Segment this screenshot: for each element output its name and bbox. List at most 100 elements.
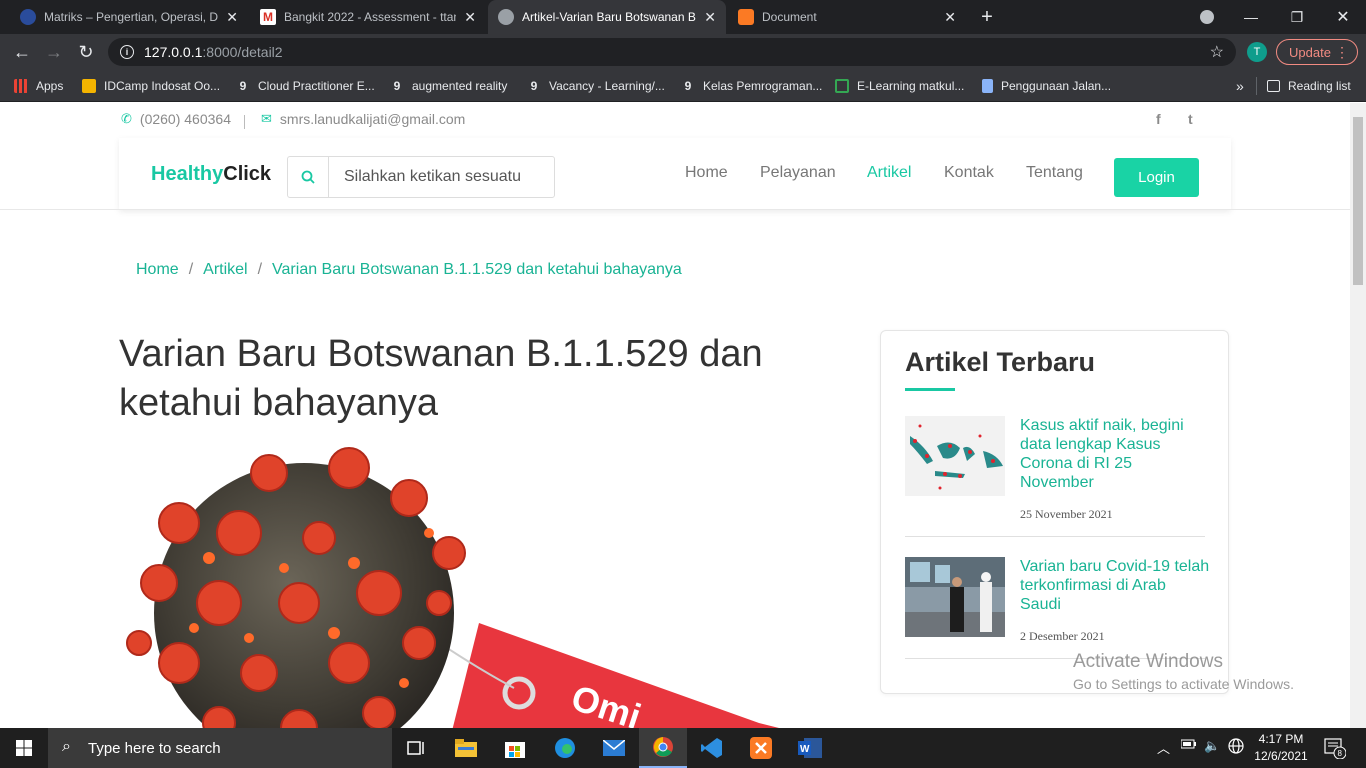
file-explorer-icon[interactable] — [442, 728, 490, 768]
edge-icon[interactable] — [541, 728, 589, 768]
back-arrow-icon[interactable]: ← — [10, 40, 34, 64]
bookmark-label: Cloud Practitioner E... — [258, 79, 375, 93]
idcamp-icon — [82, 79, 96, 93]
microsoft-store-icon[interactable] — [491, 728, 539, 768]
bookmark-cloud-practitioner[interactable]: 9 Cloud Practitioner E... — [236, 77, 375, 95]
page-viewport: ✆ (0260) 460364 ✉ smrs.lanudkalijati@gma… — [0, 103, 1350, 728]
heading-underline — [905, 388, 955, 391]
gmail-icon: M — [260, 9, 276, 25]
logo-part-healthy: Healthy — [151, 163, 224, 185]
tab-artikel[interactable]: Artikel-Varian Baru Botswanan B. ✕ — [488, 0, 726, 34]
taskbar-clock[interactable]: 4:17 PM 12/6/2021 — [1252, 731, 1310, 765]
notification-center-icon[interactable]: 8 — [1324, 737, 1347, 762]
tab-bangkit[interactable]: M Bangkit 2022 - Assessment - ttan ✕ — [250, 0, 486, 34]
bookmark-augmented-reality[interactable]: 9 augmented reality — [390, 77, 508, 95]
facebook-icon[interactable]: f — [1156, 111, 1161, 127]
login-button[interactable]: Login — [1114, 158, 1199, 197]
reading-list-label: Reading list — [1288, 79, 1351, 93]
xampp-icon[interactable] — [737, 728, 785, 768]
battery-icon[interactable] — [1180, 738, 1197, 753]
bookmark-star-icon[interactable]: ☆ — [1210, 42, 1224, 62]
clock-date: 12/6/2021 — [1254, 749, 1308, 763]
site-logo[interactable]: HealthyClick — [151, 163, 271, 186]
show-hidden-icons-chevron-icon[interactable]: ︿ — [1157, 738, 1170, 757]
address-bar[interactable]: i 127.0.0.1:8000/detail2 ☆ — [108, 38, 1236, 66]
close-icon[interactable]: ✕ — [464, 9, 476, 26]
post-thumbnail[interactable] — [905, 416, 1005, 496]
activate-windows-watermark: Activate Windows Go to Settings to activ… — [1073, 651, 1294, 692]
bookmark-elearning[interactable]: E-Learning matkul... — [835, 77, 964, 95]
volume-icon[interactable]: 🔈 — [1204, 738, 1220, 754]
more-bookmarks-button[interactable]: » — [1236, 77, 1244, 95]
recent-post[interactable]: Kasus aktif naik, begini data lengkap Ka… — [905, 416, 1205, 537]
nav-kontak[interactable]: Kontak — [944, 164, 994, 182]
virus-illustration: Omi — [126, 447, 779, 728]
tab-label: Bangkit 2022 - Assessment - ttan — [284, 10, 457, 24]
post-thumbnail[interactable] — [905, 557, 1005, 637]
phone-number: (0260) 460364 — [139, 111, 231, 127]
dicoding-icon: 9 — [239, 79, 247, 93]
nav-home[interactable]: Home — [685, 164, 728, 182]
tab-label: Document — [762, 10, 817, 24]
breadcrumb-separator: / — [188, 261, 194, 278]
tab-document[interactable]: Document ✕ — [728, 0, 966, 34]
task-view-icon[interactable] — [392, 728, 440, 768]
nav-tentang[interactable]: Tentang — [1026, 164, 1083, 182]
chrome-icon[interactable] — [639, 728, 687, 768]
breadcrumb-separator: / — [257, 261, 263, 278]
close-icon[interactable]: ✕ — [226, 9, 238, 26]
twitter-icon[interactable]: t — [1188, 111, 1193, 127]
tab-matriks[interactable]: Matriks – Pengertian, Operasi, De ✕ — [10, 0, 248, 34]
vscode-icon[interactable] — [688, 728, 736, 768]
word-icon[interactable]: W — [786, 728, 834, 768]
taskbar-search[interactable]: ⌕ Type here to search — [48, 728, 392, 768]
close-icon[interactable]: ✕ — [704, 9, 716, 26]
close-icon[interactable]: ✕ — [944, 9, 956, 26]
restore-icon[interactable]: ❐ — [1274, 0, 1320, 34]
tab-search-icon[interactable] — [1184, 0, 1230, 34]
nav-pelayanan[interactable]: Pelayanan — [760, 164, 836, 182]
indonesia-map-image — [905, 416, 1005, 496]
post-date: 2 Desember 2021 — [1020, 629, 1105, 643]
bookmark-vacancy[interactable]: 9 Vacancy - Learning/... — [527, 77, 665, 95]
nav-artikel[interactable]: Artikel — [867, 164, 911, 182]
info-icon[interactable]: i — [120, 45, 134, 59]
forward-arrow-icon[interactable]: → — [42, 40, 66, 64]
url-host: 127.0.0.1 — [144, 44, 203, 60]
search-input[interactable] — [330, 157, 554, 197]
recent-post[interactable]: Varian baru Covid-19 telah terkonfirmasi… — [905, 557, 1209, 662]
reload-icon[interactable]: ↻ — [74, 40, 98, 64]
breadcrumb-home[interactable]: Home — [136, 261, 179, 279]
bookmarks-bar: Apps IDCamp Indosat Oo... 9 Cloud Practi… — [0, 70, 1366, 102]
globe-icon — [498, 9, 514, 25]
bookmark-kelas[interactable]: 9 Kelas Pemrograman... — [681, 77, 823, 95]
bookmark-penggunaan[interactable]: Penggunaan Jalan... — [982, 77, 1111, 95]
url-path: :8000/detail2 — [202, 44, 283, 60]
breadcrumb-artikel[interactable]: Artikel — [203, 261, 247, 279]
bookmark-label: Kelas Pemrograman... — [703, 79, 823, 93]
svg-text:W: W — [800, 744, 810, 755]
post-title[interactable]: Varian baru Covid-19 telah terkonfirmasi… — [1020, 557, 1210, 614]
bookmark-apps[interactable]: Apps — [14, 77, 63, 95]
dicoding-icon: 9 — [684, 79, 692, 93]
update-button[interactable]: Update ⋮ — [1276, 39, 1358, 65]
post-title[interactable]: Kasus aktif naik, begini data lengkap Ka… — [1020, 416, 1210, 492]
mail-icon[interactable] — [590, 728, 638, 768]
elearning-icon — [835, 79, 849, 93]
search-icon: ⌕ — [62, 738, 71, 755]
post-divider — [905, 536, 1205, 537]
header-divider — [0, 209, 1350, 210]
window-close-icon[interactable]: ✕ — [1320, 0, 1366, 34]
profile-avatar[interactable]: T — [1247, 42, 1267, 62]
reading-list-button[interactable]: Reading list — [1256, 77, 1351, 95]
reading-list-icon — [1267, 80, 1280, 92]
windows-start-icon[interactable] — [0, 728, 48, 768]
breadcrumb-current: Varian Baru Botswanan B.1.1.529 dan keta… — [272, 261, 682, 278]
minimize-icon[interactable]: — — [1228, 0, 1274, 34]
scroll-thumb[interactable] — [1353, 117, 1363, 285]
network-globe-icon[interactable] — [1228, 738, 1244, 757]
new-tab-button[interactable]: + — [964, 0, 1010, 34]
bookmark-idcamp[interactable]: IDCamp Indosat Oo... — [82, 77, 220, 95]
search-icon[interactable] — [288, 157, 329, 197]
page-scrollbar[interactable] — [1350, 103, 1366, 728]
